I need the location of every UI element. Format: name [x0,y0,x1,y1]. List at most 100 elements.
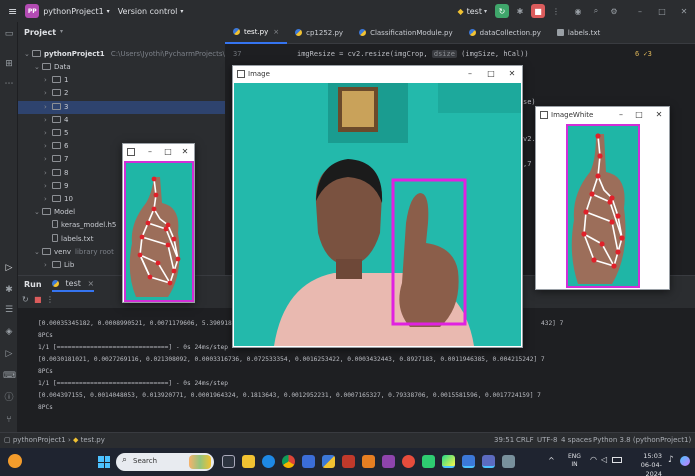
pycharm-icon[interactable] [442,455,455,468]
chevron-right-icon[interactable]: › [44,114,52,127]
maximize-button[interactable]: □ [163,147,173,157]
clock[interactable]: 15:03 06-04-2024 [626,452,662,476]
breadcrumb[interactable]: ▢ pythonProject1 › ◆ test.py [4,436,105,444]
indent-setting[interactable]: 4 spaces [561,436,592,444]
structure-icon[interactable]: ⊞ [3,58,15,70]
close-button[interactable]: ✕ [654,110,664,120]
maximize-window-button[interactable]: □ [655,4,669,18]
minimize-window-button[interactable]: – [633,4,647,18]
maximize-button[interactable]: □ [486,69,496,79]
project-selector[interactable]: PP pythonProject1 ▾ [25,4,110,18]
imagewhite-window[interactable]: ImageWhite – □ ✕ [535,106,670,290]
editor-tab[interactable]: cp1252.py [287,22,351,44]
tree-item[interactable]: › 3 [18,100,225,114]
window-titlebar[interactable]: Image – □ ✕ [233,66,522,82]
file-explorer-icon[interactable] [242,455,255,468]
terminal-icon[interactable]: ⌨ [3,370,16,382]
editor-tab[interactable]: test.py × [225,22,288,44]
minimize-button[interactable]: – [616,110,626,120]
edge-browser-icon[interactable] [262,455,275,468]
tree-item[interactable]: › 4 [18,114,225,127]
taskbar-search[interactable]: ⌕ Search [116,453,214,471]
more-tools-icon[interactable]: ⋯ [3,78,15,90]
chevron-right-icon[interactable]: › [44,101,52,114]
close-tab-icon[interactable]: × [273,28,279,36]
project-folder-icon[interactable]: ▭ [3,28,15,40]
task-view-icon[interactable] [222,455,235,468]
run-console-icon[interactable]: ▷ [3,348,15,360]
debug-icon[interactable]: ✱ [513,4,527,18]
editor-tab[interactable]: labels.txt [549,22,608,44]
chevron-right-icon[interactable]: › [44,193,52,206]
run-config-selector[interactable]: test [467,7,482,16]
close-tab-icon[interactable]: × [87,279,94,288]
chevron-right-icon[interactable]: › [44,180,52,193]
services-icon[interactable]: ☰ [3,304,15,316]
code-line[interactable]: imgResize = cv2.resize(imgCrop, dsize (i… [297,50,529,58]
profile-icon[interactable]: ◉ [571,4,585,18]
battery-icon[interactable] [612,457,622,463]
notification-icon[interactable]: ♪ [668,455,674,465]
settings-gear-icon[interactable]: ⚙ [607,4,621,18]
chevron-right-icon[interactable]: › [44,74,52,87]
tree-item[interactable]: › 5 [18,127,225,140]
image-viewer-icon[interactable] [422,455,435,468]
line-separator[interactable]: CRLF [516,436,534,444]
chevron-right-icon[interactable]: › [44,153,52,166]
chevron-right-icon[interactable]: › [44,127,52,140]
python-interpreter[interactable]: Python 3.8 (pythonProject1) [593,436,691,444]
weather-icon[interactable] [8,454,22,468]
inspection-widget[interactable]: 6 ✓3 [635,50,652,58]
tray-overflow-icon[interactable]: ^ [548,456,555,465]
rerun-icon[interactable]: ↻ [22,295,29,304]
python-window-icon[interactable] [462,455,475,468]
more-icon[interactable]: ⋮ [46,295,54,304]
volume-icon[interactable]: ◁ [601,455,607,464]
tree-item[interactable]: › 1 [18,74,225,87]
close-button[interactable]: ✕ [180,147,190,157]
run-tab[interactable]: Run [24,280,42,289]
office-app-icon[interactable] [362,455,375,468]
minimize-button[interactable]: – [465,69,475,79]
run-tool-icon[interactable]: ▷ [3,262,15,274]
image-window[interactable]: Image – □ ✕ [232,65,523,348]
mail-app-icon[interactable] [342,455,355,468]
chevron-right-icon[interactable]: › [44,87,52,100]
more-actions-icon[interactable]: ⋮ [549,4,563,18]
window-titlebar[interactable]: ImageWhite – □ ✕ [536,107,669,123]
store-icon[interactable] [302,455,315,468]
windows-start-icon[interactable] [98,456,110,468]
version-control-menu[interactable]: Version control ▾ [118,7,184,16]
python-app-icon[interactable] [322,455,335,468]
close-button[interactable]: ✕ [507,69,517,79]
rerun-button[interactable]: ↻ [495,4,509,18]
maximize-button[interactable]: □ [634,110,644,120]
editor-tab[interactable]: ClassificationModule.py [351,22,461,44]
media-app-icon[interactable] [382,455,395,468]
chrome-browser-icon[interactable] [282,455,295,468]
close-window-button[interactable]: ✕ [677,4,691,18]
tree-item[interactable]: › 2 [18,87,225,100]
hand-crop-window[interactable]: – □ ✕ [122,143,195,303]
run-test-tab[interactable]: test × [52,279,95,292]
main-menu-icon[interactable]: ≡ [8,5,17,18]
chevron-down-icon[interactable]: ⌄ [34,246,42,259]
editor-tab[interactable]: dataCollection.py [461,22,549,44]
settings-app-icon[interactable] [502,455,515,468]
chevron-down-icon[interactable]: ⌄ [34,61,42,74]
stop-button[interactable]: ■ [531,4,545,18]
chevron-right-icon[interactable]: › [44,259,52,272]
window-titlebar[interactable]: – □ ✕ [123,144,194,160]
caret-position[interactable]: 39:51 [494,436,514,444]
chevron-down-icon[interactable]: ⌄ [34,206,42,219]
copilot-icon[interactable] [680,456,690,466]
packages-icon[interactable]: ◈ [3,326,15,338]
chevron-right-icon[interactable]: › [44,140,52,153]
problems-icon[interactable]: ⓘ [3,392,15,404]
file-encoding[interactable]: UTF-8 [537,436,557,444]
search-icon[interactable]: ⌕ [589,4,603,18]
git-icon[interactable]: ⑂ [3,414,15,426]
tree-item[interactable]: ⌄ Data [18,61,225,74]
project-panel-header[interactable]: Project [24,28,56,37]
language-indicator[interactable]: ENG IN [568,453,581,469]
